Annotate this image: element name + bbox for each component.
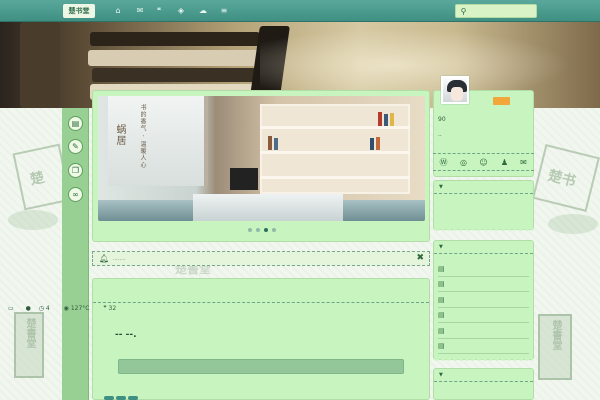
user-icon[interactable]: ● xyxy=(26,305,31,312)
book-icon[interactable]: ❐ xyxy=(68,163,83,178)
list-item[interactable]: ▤ xyxy=(438,277,529,292)
list-item[interactable]: ▤ xyxy=(438,324,529,339)
banner-book-spine xyxy=(20,22,60,108)
search-input[interactable] xyxy=(470,6,534,17)
post-header xyxy=(93,279,429,303)
top-navbar: 楚书堂 ⌂ ✉ ❝ ◈ ☁ ≡ ⚲ xyxy=(0,0,600,22)
widget-zigzag xyxy=(434,358,533,362)
document-icon: ▤ xyxy=(438,342,445,350)
widget-header: ▼ xyxy=(434,369,533,382)
post-meta: ▭ ● ◷ 4 ◉ 127°C ❞ 32 xyxy=(8,305,328,315)
slider-dots xyxy=(93,228,431,234)
slide-image[interactable]: 蜗居 书的香气 · 温暖人心 xyxy=(98,96,425,221)
level-badge xyxy=(493,97,510,105)
banner-book-stack xyxy=(90,32,260,46)
slide-book xyxy=(274,138,278,150)
widget-zigzag xyxy=(434,228,533,232)
cloud-icon[interactable]: ☁ xyxy=(197,5,209,17)
weibo-icon[interactable]: ◎ xyxy=(458,157,469,168)
seal-bottom-right-text: 楚書堂 xyxy=(550,320,561,350)
post-views: 127°C xyxy=(70,305,90,312)
sidebar-widget: ▼ xyxy=(433,180,534,232)
search-icon[interactable]: ⚲ xyxy=(458,6,469,17)
post-replies: 32 xyxy=(108,305,117,312)
slide-caption-main: 蜗居 xyxy=(114,124,125,146)
notice-text: ........ xyxy=(113,256,126,262)
cloud-decoration xyxy=(8,210,58,230)
slide-book xyxy=(378,112,382,126)
post-title[interactable]: -- --. xyxy=(115,330,137,340)
eye-icon: ◉ 127°C xyxy=(63,305,90,312)
slider-dot[interactable] xyxy=(272,228,276,232)
tag-icon[interactable]: ◈ xyxy=(175,5,187,17)
slide-book xyxy=(370,138,374,150)
slide-laptop xyxy=(230,168,258,190)
chat-icon[interactable]: ✉ xyxy=(134,5,146,17)
document-icon: ▤ xyxy=(438,311,445,319)
document-icon: ▤ xyxy=(438,265,445,273)
wordpress-icon[interactable]: Ⓦ xyxy=(438,157,449,168)
slider-dot-active[interactable] xyxy=(264,228,268,232)
list-item[interactable]: ▤ xyxy=(438,293,529,308)
document-icon: ▤ xyxy=(438,296,445,304)
caret-icon: ▼ xyxy=(439,184,443,190)
image-slider: 蜗居 书的香气 · 温暖人心 xyxy=(92,90,430,242)
notice-bar: 🔔︎ ........ ✖ xyxy=(92,251,430,266)
document-icon: ▤ xyxy=(438,327,445,335)
mail-icon[interactable]: ✉ xyxy=(518,157,529,168)
profile-subtitle: .. xyxy=(438,131,442,138)
sidebar-widget: ▼ xyxy=(433,368,534,400)
widget-header: ▼ xyxy=(434,241,533,254)
link-icon[interactable]: ∞ xyxy=(68,187,83,202)
avatar-face xyxy=(451,87,463,101)
slide-shelf-board xyxy=(260,176,410,179)
caret-icon: ▼ xyxy=(439,372,443,378)
slide-shelf-board xyxy=(260,126,410,129)
comments-icon[interactable]: ❝ xyxy=(153,5,165,17)
caret-icon: ▼ xyxy=(439,244,443,250)
clock-icon: ◷ 4 xyxy=(38,305,50,312)
folder-icon[interactable]: ▭ xyxy=(8,305,14,312)
slide-book xyxy=(384,114,388,126)
cloud-decoration xyxy=(548,214,598,234)
post-comment-count: 4 xyxy=(45,305,50,312)
search-box: ⚲ xyxy=(455,4,537,18)
slider-dot[interactable] xyxy=(256,228,260,232)
reply-icon: ❞ 32 xyxy=(103,305,117,312)
post-tag[interactable] xyxy=(128,396,138,400)
list-item[interactable]: ▤ xyxy=(438,339,529,354)
banner-book-stack xyxy=(88,50,263,66)
close-icon[interactable]: ✖ xyxy=(416,253,424,263)
list-icon[interactable]: ≡ xyxy=(218,5,230,17)
home-icon[interactable]: ⌂ xyxy=(112,5,124,17)
list-item[interactable]: ▤ xyxy=(438,308,529,323)
slide-book xyxy=(376,137,380,150)
post-tag[interactable] xyxy=(104,396,114,400)
wechat-icon[interactable]: ☺ xyxy=(478,157,489,168)
seal-bottom-left-text: 楚書堂 xyxy=(24,318,35,348)
slide-desk xyxy=(193,194,343,221)
slide-book xyxy=(268,136,272,150)
avatar[interactable] xyxy=(441,76,469,104)
post-card xyxy=(92,278,430,400)
social-links: Ⓦ ◎ ☺ ♟ ✉ xyxy=(433,153,534,171)
slide-caption-sub: 书的香气 · 温暖人心 xyxy=(139,104,146,169)
slider-dot[interactable] xyxy=(248,228,252,232)
banner-book-stack xyxy=(92,68,260,82)
post-tag[interactable] xyxy=(116,396,126,400)
profile-stat: 90 xyxy=(438,116,446,123)
bell-icon: 🔔︎ xyxy=(99,254,110,263)
edit-icon[interactable]: ✎ xyxy=(68,139,83,154)
sidebar-list-widget: ▼ ▤ ▤ ▤ ▤ ▤ ▤ xyxy=(433,240,534,362)
document-icon: ▤ xyxy=(438,280,445,288)
slide-shelf-board xyxy=(260,151,410,154)
slide-book xyxy=(390,113,394,126)
site-logo[interactable]: 楚书堂 xyxy=(63,4,95,18)
left-icon-rail: ▤ ✎ ❐ ∞ xyxy=(62,108,89,400)
qq-icon[interactable]: ♟ xyxy=(499,157,510,168)
read-more-button[interactable] xyxy=(118,359,404,374)
list-item[interactable]: ▤ xyxy=(438,262,529,277)
widget-header: ▼ xyxy=(434,181,533,194)
document-icon[interactable]: ▤ xyxy=(68,116,83,131)
